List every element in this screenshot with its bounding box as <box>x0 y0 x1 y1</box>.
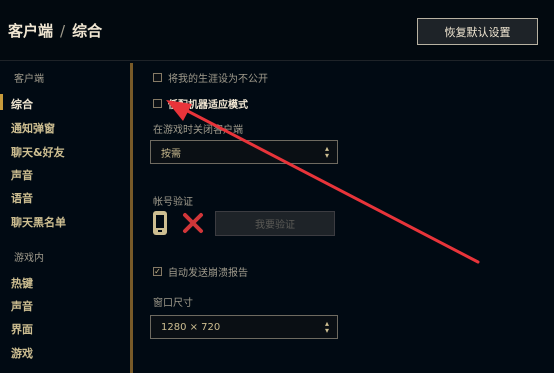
sidebar-item-interface[interactable]: 界面 <box>11 321 33 337</box>
auto-report-label: 自动发送崩溃报告 <box>168 268 248 279</box>
close-client-label: 在游戏时关闭客户端 <box>153 125 243 136</box>
sidebar-item-notifications[interactable]: 通知弹窗 <box>11 120 55 136</box>
breadcrumb-current: 综合 <box>72 22 103 40</box>
sidebar-item-chat-blacklist[interactable]: 聊天黑名单 <box>11 214 66 230</box>
low-spec-mode-row[interactable]: 低配机器适应模式 <box>153 96 248 111</box>
account-verify-label: 帐号验证 <box>153 197 193 208</box>
verify-button[interactable]: 我要验证 <box>215 211 335 236</box>
close-client-dropdown[interactable]: 按需 ▴ ▾ <box>150 140 338 164</box>
sidebar-section-client: 客户端 <box>14 74 44 85</box>
breadcrumb-separator: / <box>60 22 66 40</box>
close-client-value: 按需 <box>161 148 181 160</box>
window-size-dropdown[interactable]: 1280 × 720 ▴ ▾ <box>150 315 338 339</box>
window-size-label: 窗口尺寸 <box>153 298 193 309</box>
breadcrumb-root[interactable]: 客户端 <box>8 22 53 40</box>
private-career-row[interactable]: 将我的生涯设为不公开 <box>153 70 268 85</box>
not-verified-x-icon <box>183 213 203 233</box>
window-size-value: 1280 × 720 <box>161 321 221 333</box>
dropdown-chevrons-icon: ▴ ▾ <box>324 144 329 160</box>
auto-report-row[interactable]: ✓ 自动发送崩溃报告 <box>153 264 248 279</box>
low-spec-mode-checkbox[interactable] <box>153 99 162 108</box>
phone-icon <box>153 211 167 235</box>
header-bar: 客户端 / 综合 恢复默认设置 <box>0 0 554 61</box>
dropdown-chevrons-icon: ▴ ▾ <box>324 319 329 335</box>
private-career-label: 将我的生涯设为不公开 <box>168 74 268 85</box>
restore-defaults-button[interactable]: 恢复默认设置 <box>417 18 538 45</box>
low-spec-mode-label: 低配机器适应模式 <box>168 100 248 111</box>
sidebar-item-ingame-sound[interactable]: 声音 <box>11 298 33 314</box>
sidebar-item-sound[interactable]: 声音 <box>11 167 33 183</box>
sidebar-divider <box>130 63 133 373</box>
active-indicator <box>0 94 3 110</box>
sidebar-item-chat-friends[interactable]: 聊天&好友 <box>11 144 65 160</box>
sidebar-section-ingame: 游戏内 <box>14 253 44 264</box>
settings-window: 客户端 / 综合 恢复默认设置 客户端 综合 通知弹窗 聊天&好友 声音 语音 聊天… <box>0 0 554 373</box>
sidebar-item-game[interactable]: 游戏 <box>11 345 33 361</box>
private-career-checkbox[interactable] <box>153 73 162 82</box>
sidebar-item-voice[interactable]: 语音 <box>11 190 33 206</box>
sidebar-item-hotkeys[interactable]: 热键 <box>11 275 33 291</box>
breadcrumb: 客户端 / 综合 <box>8 20 102 41</box>
sidebar-item-general[interactable]: 综合 <box>11 96 33 112</box>
auto-report-checkbox[interactable]: ✓ <box>153 267 162 276</box>
